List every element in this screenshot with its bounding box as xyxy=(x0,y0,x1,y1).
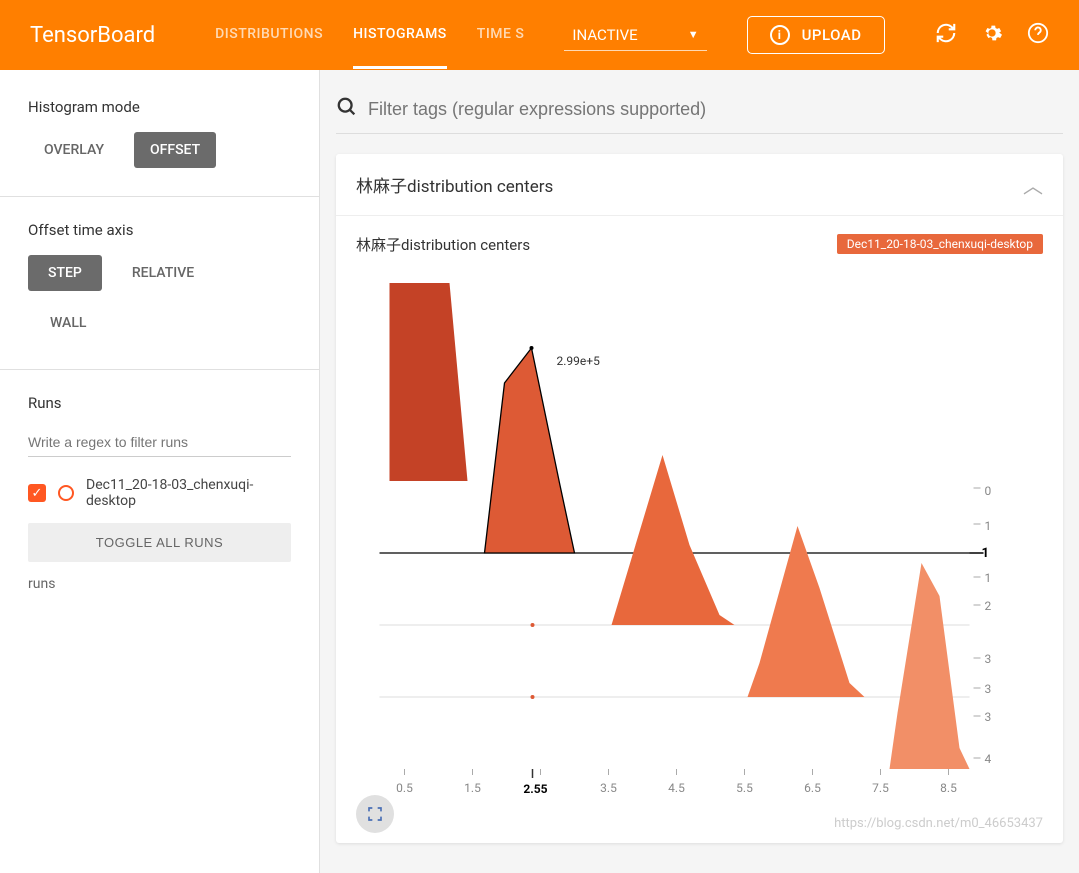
svg-text:2.55: 2.55 xyxy=(523,782,547,796)
svg-text:0.5: 0.5 xyxy=(396,781,413,795)
run-checkbox[interactable]: ✓ xyxy=(28,484,46,502)
upload-label: UPLOAD xyxy=(802,26,862,44)
chevron-up-icon[interactable]: ︿ xyxy=(1023,170,1043,199)
search-row xyxy=(336,86,1063,134)
chart-header: 林麻子distribution centers Dec11_20-18-03_c… xyxy=(356,234,1043,255)
svg-text:2: 2 xyxy=(985,599,992,613)
svg-text:3.5: 3.5 xyxy=(600,781,617,795)
tag-filter-input[interactable] xyxy=(368,99,1063,120)
run-row: ✓ Dec11_20-18-03_chenxuqi-desktop xyxy=(28,477,291,509)
histogram-card: 林麻子distribution centers ︿ 林麻子distributio… xyxy=(336,154,1063,843)
tab-distributions[interactable]: DISTRIBUTIONS xyxy=(215,2,323,69)
svg-text:4.5: 4.5 xyxy=(668,781,685,795)
chevron-down-icon: ▼ xyxy=(688,28,699,41)
offset-axis-group: STEP RELATIVE WALL xyxy=(28,255,291,341)
svg-text:0: 0 xyxy=(985,484,992,498)
histogram-mode-group: OVERLAY OFFSET xyxy=(28,132,291,168)
svg-text:7.5: 7.5 xyxy=(872,781,889,795)
svg-text:1: 1 xyxy=(985,571,992,585)
logo: TensorBoard xyxy=(30,23,155,48)
offset-button[interactable]: OFFSET xyxy=(134,132,216,168)
card-body: 林麻子distribution centers Dec11_20-18-03_c… xyxy=(336,216,1063,843)
svg-text:6.5: 6.5 xyxy=(804,781,821,795)
card-header: 林麻子distribution centers ︿ xyxy=(336,154,1063,216)
offset-axis-title: Offset time axis xyxy=(28,221,291,239)
content: 林麻子distribution centers ︿ 林麻子distributio… xyxy=(320,70,1079,873)
watermark: https://blog.csdn.net/m0_46653437 xyxy=(834,816,1043,831)
svg-text:1.5: 1.5 xyxy=(464,781,481,795)
divider xyxy=(0,196,319,197)
histogram-mode-title: Histogram mode xyxy=(28,98,291,116)
refresh-icon[interactable] xyxy=(935,22,957,48)
sidebar: Histogram mode OVERLAY OFFSET Offset tim… xyxy=(0,70,320,873)
svg-text:4: 4 xyxy=(985,752,992,766)
runs-label: runs xyxy=(28,576,291,592)
run-name: Dec11_20-18-03_chenxuqi-desktop xyxy=(86,477,291,509)
wall-button[interactable]: WALL xyxy=(28,305,291,341)
inactive-dropdown[interactable]: INACTIVE ▼ xyxy=(564,20,706,51)
search-icon xyxy=(336,96,358,123)
tooltip-value: 2.99e+5 xyxy=(557,354,601,368)
run-badge: Dec11_20-18-03_chenxuqi-desktop xyxy=(837,234,1043,254)
tab-time-series[interactable]: TIME S xyxy=(477,2,525,69)
chart-title: 林麻子distribution centers xyxy=(356,234,530,255)
main: Histogram mode OVERLAY OFFSET Offset tim… xyxy=(0,70,1079,873)
histogram-chart[interactable]: 2.99e+5 0 1 1 1 2 3 3 3 4 xyxy=(356,263,1043,823)
header-actions xyxy=(935,22,1049,48)
svg-text:3: 3 xyxy=(985,710,992,724)
svg-text:8.5: 8.5 xyxy=(940,781,957,795)
run-radio[interactable] xyxy=(58,485,74,501)
toggle-all-runs-button[interactable]: TOGGLE ALL RUNS xyxy=(28,523,291,562)
relative-button[interactable]: RELATIVE xyxy=(116,255,210,291)
step-button[interactable]: STEP xyxy=(28,255,102,291)
upload-button[interactable]: i UPLOAD xyxy=(747,16,885,54)
app-header: TensorBoard DISTRIBUTIONS HISTOGRAMS TIM… xyxy=(0,0,1079,70)
svg-text:3: 3 xyxy=(985,682,992,696)
info-icon: i xyxy=(770,25,790,45)
runs-title: Runs xyxy=(28,394,291,412)
tabs: DISTRIBUTIONS HISTOGRAMS TIME S xyxy=(215,2,524,69)
overlay-button[interactable]: OVERLAY xyxy=(28,132,120,168)
svg-text:1: 1 xyxy=(985,519,992,533)
gear-icon[interactable] xyxy=(981,22,1003,48)
dropdown-label: INACTIVE xyxy=(572,26,637,44)
help-icon[interactable] xyxy=(1027,22,1049,48)
fullscreen-button[interactable] xyxy=(356,795,394,833)
svg-text:3: 3 xyxy=(985,652,992,666)
svg-text:5.5: 5.5 xyxy=(736,781,753,795)
runs-filter-input[interactable] xyxy=(28,428,291,457)
chart-svg: 2.99e+5 0 1 1 1 2 3 3 3 4 xyxy=(356,263,1043,823)
card-title: 林麻子distribution centers xyxy=(356,172,553,197)
divider xyxy=(0,369,319,370)
tab-histograms[interactable]: HISTOGRAMS xyxy=(353,2,447,69)
